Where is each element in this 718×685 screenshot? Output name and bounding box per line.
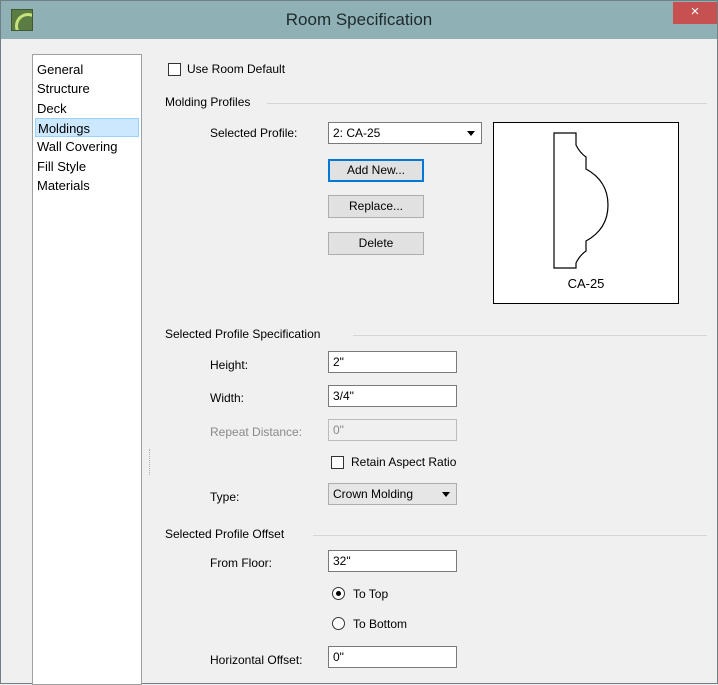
width-field[interactable]: 3/4": [328, 385, 457, 407]
close-icon[interactable]: ×: [673, 2, 717, 24]
selected-profile-dropdown[interactable]: 2: CA-25: [328, 122, 482, 144]
from-floor-field[interactable]: 32": [328, 550, 457, 572]
retain-aspect-ratio-checkbox[interactable]: [331, 456, 344, 469]
type-value: Crown Molding: [333, 487, 414, 501]
window-title: Room Specification: [285, 10, 433, 29]
repeat-distance-field: 0": [328, 419, 457, 441]
radio-selected-dot: [336, 591, 341, 596]
height-label: Height:: [210, 358, 249, 372]
dropdown-arrow-icon: [467, 131, 475, 136]
group-divider: [267, 103, 707, 104]
profile-preview: CA-25: [493, 122, 679, 304]
horizontal-offset-label: Horizontal Offset:: [210, 653, 303, 667]
height-field[interactable]: 2": [328, 351, 457, 373]
sidebar-item-deck[interactable]: Deck: [35, 99, 139, 118]
profile-offset-group-label: Selected Profile Offset: [165, 527, 285, 541]
to-bottom-label: To Bottom: [353, 617, 408, 631]
sidebar-item-wall-covering[interactable]: Wall Covering: [35, 137, 139, 156]
use-room-default-checkbox[interactable]: [168, 63, 181, 76]
molding-profiles-group-label: Molding Profiles: [165, 95, 251, 109]
type-dropdown[interactable]: Crown Molding: [328, 483, 457, 505]
to-top-radio[interactable]: [332, 587, 345, 600]
sidebar-item-general[interactable]: General: [35, 60, 139, 79]
from-floor-label: From Floor:: [210, 556, 273, 570]
pane-splitter[interactable]: [149, 449, 152, 475]
selected-profile-label: Selected Profile:: [210, 126, 298, 140]
sidebar-item-structure[interactable]: Structure: [35, 79, 139, 98]
dropdown-arrow-icon: [442, 492, 450, 497]
to-top-label: To Top: [353, 587, 389, 601]
repeat-distance-label: Repeat Distance:: [210, 425, 303, 439]
sidebar-item-fill-style[interactable]: Fill Style: [35, 157, 139, 176]
group-divider: [313, 535, 707, 536]
to-bottom-radio[interactable]: [332, 617, 345, 630]
group-divider: [353, 335, 707, 336]
width-label: Width:: [210, 391, 245, 405]
sidebar-item-materials[interactable]: Materials: [35, 176, 139, 195]
replace-button[interactable]: Replace...: [328, 195, 424, 218]
room-specification-dialog: Room Specification × General Structure D…: [0, 0, 718, 685]
retain-aspect-ratio-label: Retain Aspect Ratio: [351, 455, 457, 469]
use-room-default-label: Use Room Default: [187, 62, 286, 76]
profile-specification-group-label: Selected Profile Specification: [165, 327, 321, 341]
type-label: Type:: [210, 490, 240, 504]
sidebar-item-moldings[interactable]: Moldings: [35, 118, 139, 137]
category-list: General Structure Deck Moldings Wall Cov…: [32, 54, 142, 685]
title-bar[interactable]: Room Specification ×: [1, 1, 717, 39]
add-new-button[interactable]: Add New...: [328, 159, 424, 182]
horizontal-offset-field[interactable]: 0": [328, 646, 457, 668]
profile-preview-caption: CA-25: [567, 276, 605, 291]
selected-profile-value: 2: CA-25: [333, 126, 381, 140]
delete-button[interactable]: Delete: [328, 232, 424, 255]
